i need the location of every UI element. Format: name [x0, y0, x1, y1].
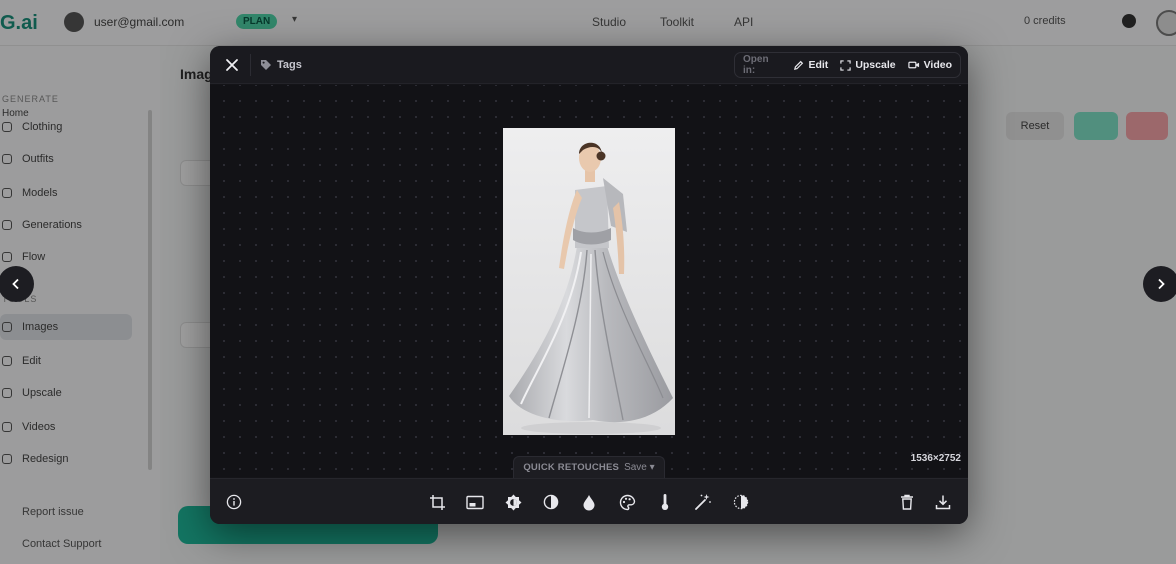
expand-icon [840, 59, 851, 71]
magic-wand-icon [695, 494, 711, 510]
chevron-left-icon [12, 278, 19, 290]
palette-icon [619, 494, 635, 510]
info-button[interactable] [224, 492, 244, 512]
saturation-button[interactable] [579, 492, 599, 512]
image-dimensions: 1536×2752 [910, 453, 961, 464]
delete-button[interactable] [897, 492, 917, 512]
download-icon [935, 495, 951, 510]
tags-button[interactable]: Tags [260, 55, 302, 75]
generated-image[interactable] [503, 128, 675, 435]
contrast-button[interactable] [541, 492, 561, 512]
header-divider [250, 54, 251, 76]
resize-icon [466, 495, 484, 509]
color-button[interactable] [617, 492, 637, 512]
image-viewer-modal: Tags Open in: Edit Upscale Video 1536×27… [210, 46, 968, 524]
exposure-button[interactable] [731, 492, 751, 512]
temperature-icon [661, 494, 669, 510]
open-in-upscale-button[interactable]: Upscale [840, 59, 896, 71]
trash-icon [901, 494, 913, 510]
download-button[interactable] [933, 492, 953, 512]
tags-label: Tags [277, 59, 302, 71]
info-icon [226, 494, 242, 510]
chevron-right-icon [1158, 278, 1165, 290]
open-in-label: Open in: [743, 54, 769, 76]
quick-retouches-panel[interactable]: QUICK RETOUCHES Save ▾ [513, 456, 665, 478]
open-in-group: Open in: Edit Upscale Video [734, 52, 961, 78]
modal-header: Tags Open in: Edit Upscale Video [210, 46, 968, 84]
image-canvas[interactable]: 1536×2752 [210, 85, 968, 477]
crop-button[interactable] [427, 492, 447, 512]
open-in-edit-button[interactable]: Edit [793, 59, 828, 71]
tag-icon [261, 60, 271, 70]
brightness-icon [505, 494, 521, 510]
saturation-icon [583, 494, 595, 510]
exposure-icon [733, 494, 749, 510]
magic-enhance-button[interactable] [693, 492, 713, 512]
temperature-button[interactable] [655, 492, 675, 512]
save-dropdown[interactable]: Save ▾ [624, 462, 655, 473]
quick-retouches-label: QUICK RETOUCHES [523, 462, 620, 473]
open-in-video-button[interactable]: Video [907, 59, 952, 71]
next-image-button[interactable] [1143, 266, 1176, 302]
model-in-gown-image [503, 128, 675, 435]
close-button[interactable] [222, 55, 242, 75]
brightness-button[interactable] [503, 492, 523, 512]
contrast-icon [543, 494, 559, 510]
resize-button[interactable] [465, 492, 485, 512]
crop-icon [429, 494, 445, 510]
close-icon [226, 59, 238, 71]
pencil-icon [794, 60, 804, 70]
bottom-toolbar [210, 478, 968, 524]
video-camera-icon [907, 61, 919, 69]
chevron-down-icon: ▾ [649, 462, 655, 473]
